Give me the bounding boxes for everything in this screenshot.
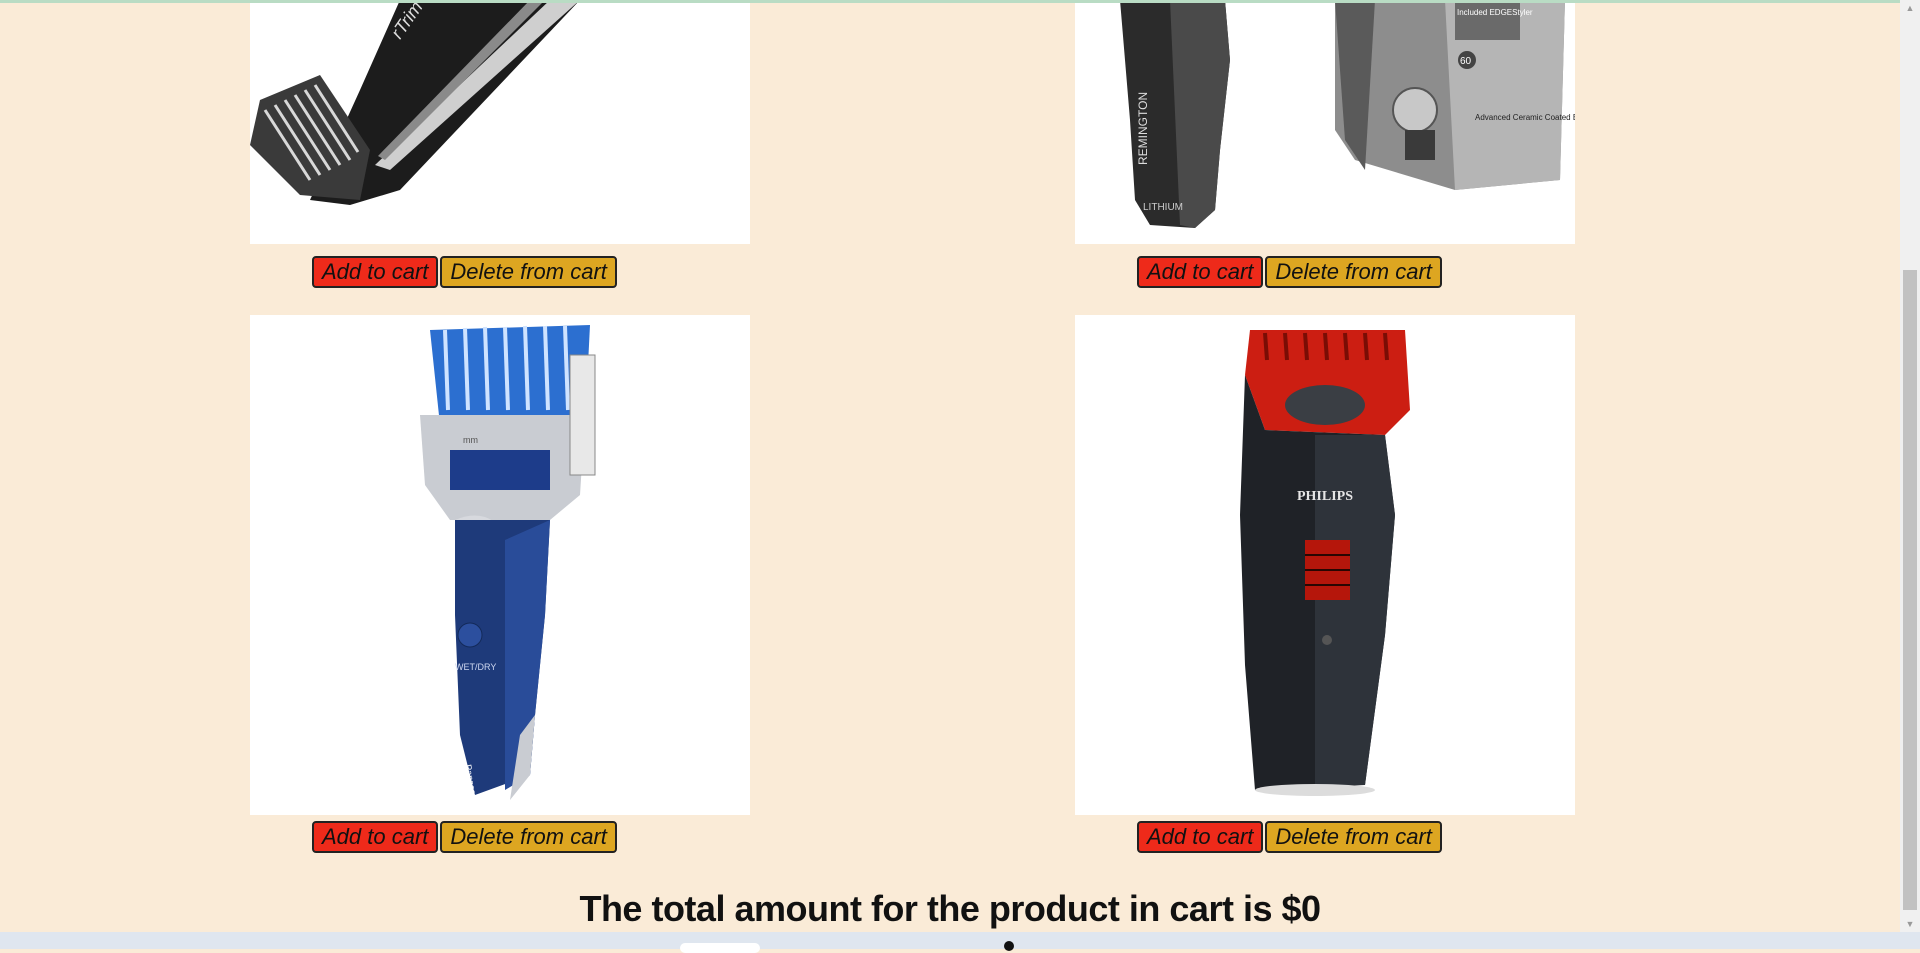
svg-text:Included EDGEStyler: Included EDGEStyler [1457, 8, 1533, 17]
cart-total-text: The total amount for the product in cart… [579, 888, 1321, 929]
product-card: mm WET/DRY Panasonic Add to cart Delete … [250, 315, 750, 853]
trimmer-image: rTrim [250, 0, 580, 205]
trimmer-image: REMINGTON LITHIUM Included EDGEStyler 60… [1120, 0, 1575, 228]
product-card: REMINGTON LITHIUM Included EDGEStyler 60… [1075, 0, 1575, 288]
product-card: PHILIPS Add to cart Delete from cart [1075, 315, 1575, 853]
scroll-down-arrow-icon[interactable]: ▼ [1900, 916, 1920, 932]
svg-text:REMINGTON: REMINGTON [1136, 92, 1150, 165]
svg-text:Advanced Ceramic Coated Blades: Advanced Ceramic Coated Blades [1475, 113, 1575, 122]
scroll-up-arrow-icon[interactable]: ▲ [1900, 0, 1920, 16]
add-to-cart-button[interactable]: Add to cart [1137, 256, 1264, 288]
svg-text:60: 60 [1460, 56, 1472, 67]
product-actions: Add to cart Delete from cart [1137, 256, 1442, 288]
add-to-cart-button[interactable]: Add to cart [1137, 821, 1264, 853]
product-card: rTrim Add to cart Delete from cart [250, 0, 750, 288]
taskbar-search[interactable] [680, 943, 760, 953]
trimmer-image: PHILIPS [1240, 330, 1410, 796]
delete-from-cart-button[interactable]: Delete from cart [1265, 256, 1442, 288]
vertical-scrollbar[interactable]: ▲ ▼ [1900, 0, 1920, 932]
taskbar [0, 932, 1920, 949]
svg-text:mm: mm [463, 435, 478, 445]
trimmer-image: mm WET/DRY Panasonic [420, 325, 596, 807]
delete-from-cart-button[interactable]: Delete from cart [440, 821, 617, 853]
product-image: rTrim [250, 0, 750, 244]
svg-text:LITHIUM: LITHIUM [1143, 202, 1183, 213]
add-to-cart-button[interactable]: Add to cart [312, 821, 439, 853]
top-border [0, 0, 1920, 3]
product-page: rTrim Add to cart Delete from cart REMIN… [0, 0, 1900, 932]
product-image: REMINGTON LITHIUM Included EDGEStyler 60… [1075, 0, 1575, 244]
product-image: PHILIPS [1075, 315, 1575, 815]
product-actions: Add to cart Delete from cart [312, 821, 617, 853]
product-actions: Add to cart Delete from cart [1137, 821, 1442, 853]
svg-text:WET/DRY: WET/DRY [455, 662, 496, 672]
add-to-cart-button[interactable]: Add to cart [312, 256, 439, 288]
delete-from-cart-button[interactable]: Delete from cart [1265, 821, 1442, 853]
product-actions: Add to cart Delete from cart [312, 256, 617, 288]
delete-from-cart-button[interactable]: Delete from cart [440, 256, 617, 288]
svg-text:PHILIPS: PHILIPS [1297, 489, 1353, 504]
product-image: mm WET/DRY Panasonic [250, 315, 750, 815]
taskbar-app-icon[interactable] [1004, 941, 1014, 951]
scrollbar-thumb[interactable] [1903, 270, 1917, 910]
